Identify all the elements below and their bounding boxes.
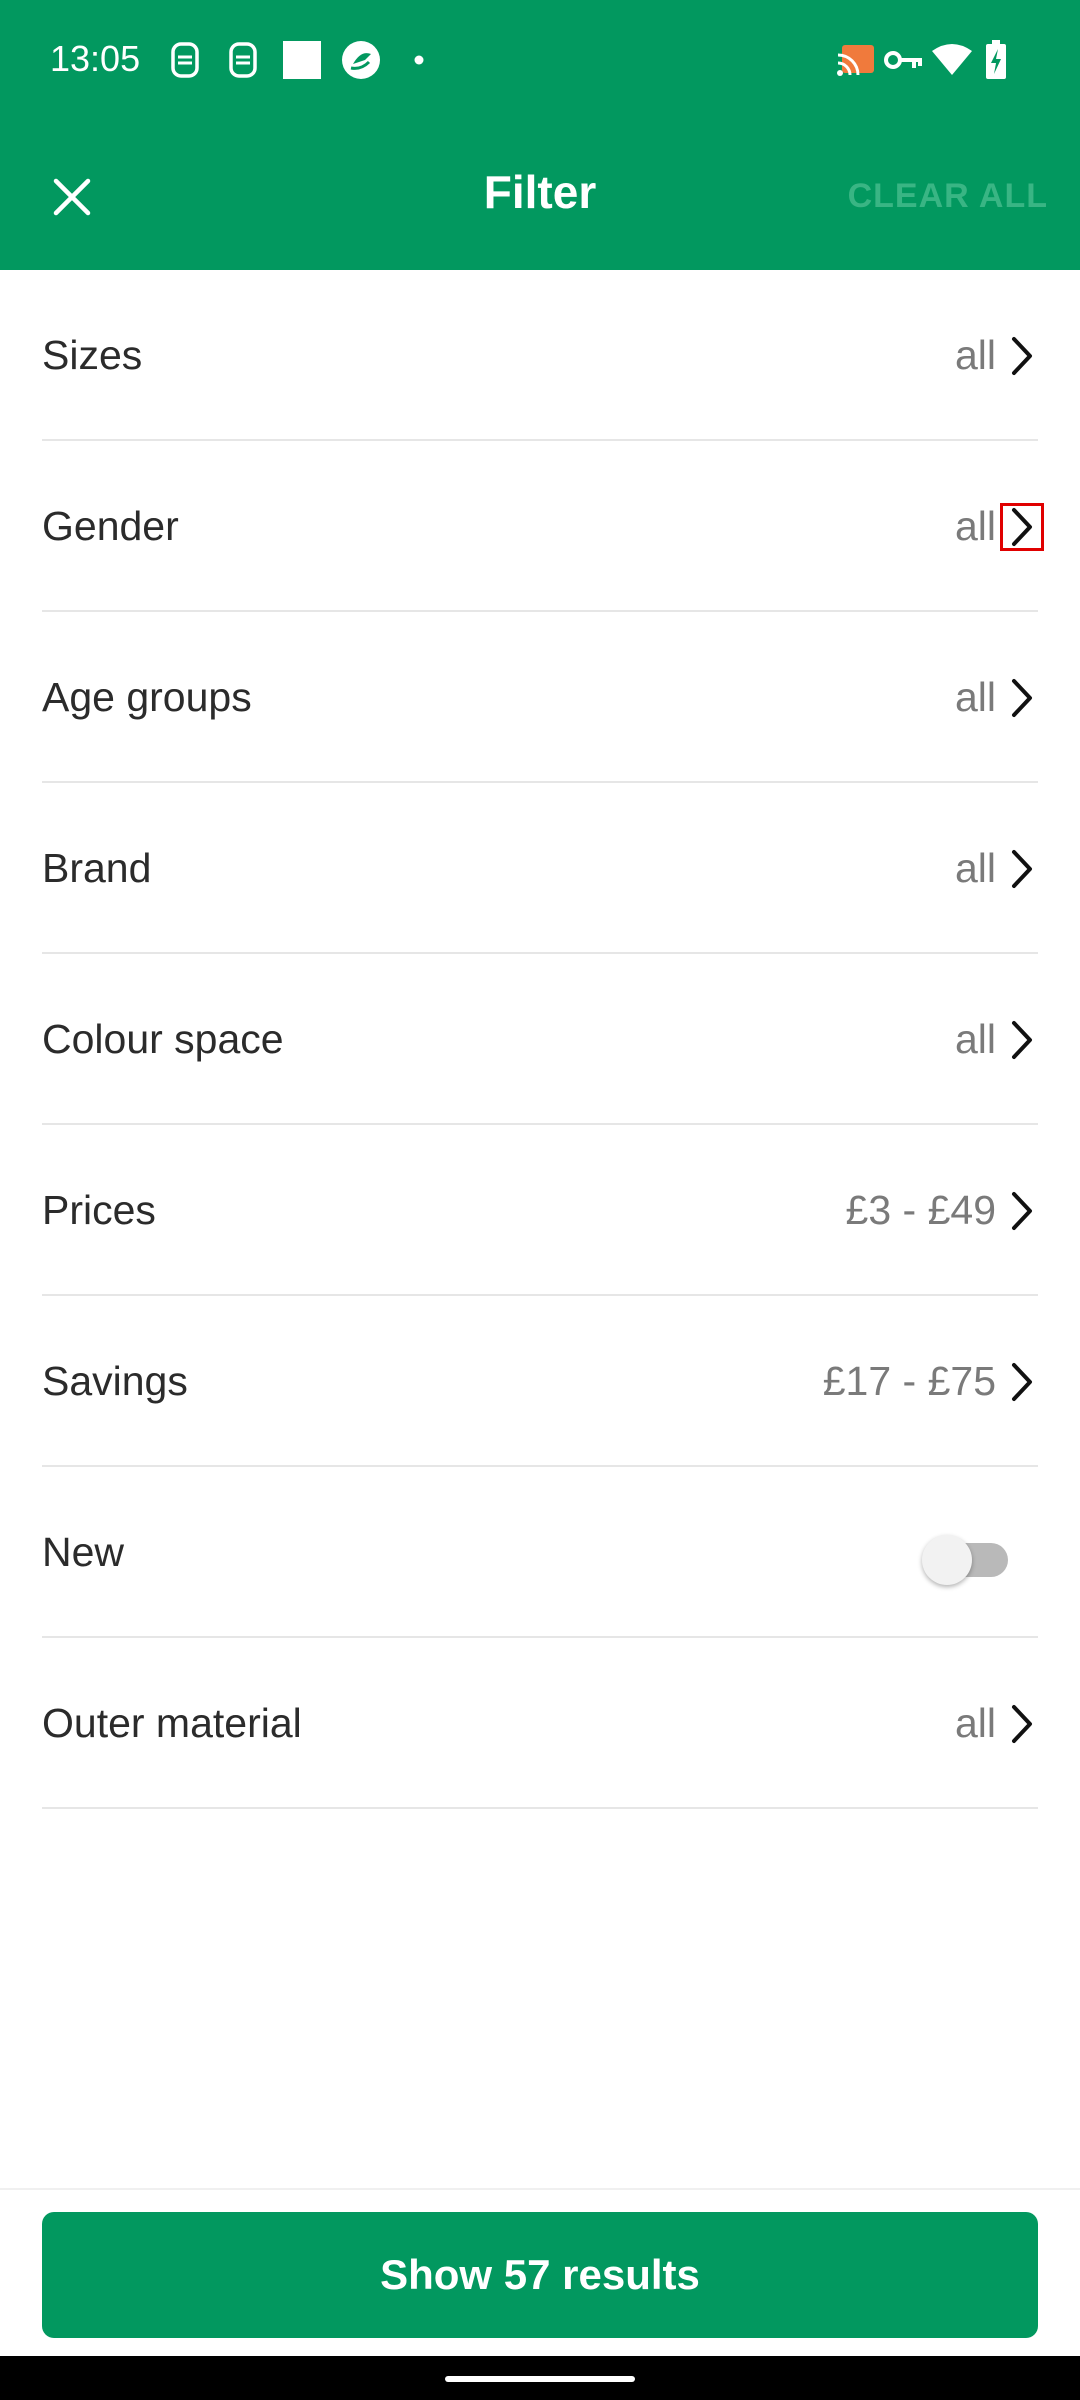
status-bar: 13:05 <box>0 0 1080 125</box>
app-circle-icon <box>340 40 382 80</box>
header: 13:05 Filter CLEAR ALL <box>0 0 1080 270</box>
clear-all-button[interactable]: CLEAR ALL <box>848 177 1048 216</box>
filter-label: New <box>42 1529 125 1575</box>
chevron-right-icon <box>1012 1021 1032 1059</box>
chevron-right-icon <box>1012 337 1032 375</box>
status-time: 13:05 <box>50 38 141 79</box>
filter-label: Colour space <box>42 1016 284 1062</box>
filter-row-gender[interactable]: Gender all <box>0 441 1080 612</box>
filter-row-outer-material[interactable]: Outer material all <box>0 1638 1080 1809</box>
chevron-right-icon <box>1012 1192 1032 1230</box>
show-results-button[interactable]: Show 57 results <box>42 2212 1038 2338</box>
filter-row-age-groups[interactable]: Age groups all <box>0 612 1080 783</box>
home-gesture-handle[interactable] <box>445 2376 635 2382</box>
filter-value: £17 - £75 <box>822 1358 996 1404</box>
sim-card-icon <box>226 40 260 80</box>
filter-list: Sizes all Gender all Age groups all Bran… <box>0 270 1080 1809</box>
filter-label: Sizes <box>42 332 143 378</box>
filter-label: Gender <box>42 503 179 549</box>
filter-row-savings[interactable]: Savings £17 - £75 <box>0 1296 1080 1467</box>
battery-charging-icon <box>984 40 1008 80</box>
bottom-action-area: Show 57 results <box>0 2188 1080 2356</box>
filter-row-sizes[interactable]: Sizes all <box>0 270 1080 441</box>
new-toggle[interactable] <box>922 1523 1008 1585</box>
filter-row-new: New <box>0 1467 1080 1638</box>
chevron-right-icon <box>1012 1705 1032 1743</box>
filter-row-colour-space[interactable]: Colour space all <box>0 954 1080 1125</box>
cast-icon <box>836 40 876 80</box>
filter-row-brand[interactable]: Brand all <box>0 783 1080 954</box>
filter-label: Outer material <box>42 1700 302 1746</box>
chevron-right-icon <box>1012 679 1032 717</box>
filter-row-prices[interactable]: Prices £3 - £49 <box>0 1125 1080 1296</box>
square-icon <box>282 40 322 80</box>
toggle-thumb <box>922 1535 972 1585</box>
filter-value: all <box>954 503 996 549</box>
filter-value: all <box>954 845 996 891</box>
app-bar: Filter CLEAR ALL <box>0 125 1080 270</box>
filter-value: £3 - £49 <box>845 1187 996 1233</box>
filter-value: all <box>954 1700 996 1746</box>
filter-label: Savings <box>42 1358 188 1404</box>
sim-card-icon <box>168 40 202 80</box>
vpn-key-icon <box>884 40 924 80</box>
wifi-icon <box>930 40 974 80</box>
filter-value: all <box>954 674 996 720</box>
chevron-right-icon <box>1012 850 1032 888</box>
system-nav-bar <box>0 2356 1080 2400</box>
filter-label: Age groups <box>42 674 252 720</box>
filter-label: Brand <box>42 845 152 891</box>
chevron-right-icon[interactable] <box>1000 503 1044 551</box>
dot-icon <box>412 40 426 80</box>
filter-value: all <box>954 1016 996 1062</box>
filter-value: all <box>954 332 996 378</box>
filter-label: Prices <box>42 1187 156 1233</box>
chevron-right-icon <box>1012 1363 1032 1401</box>
divider <box>42 1807 1038 1809</box>
